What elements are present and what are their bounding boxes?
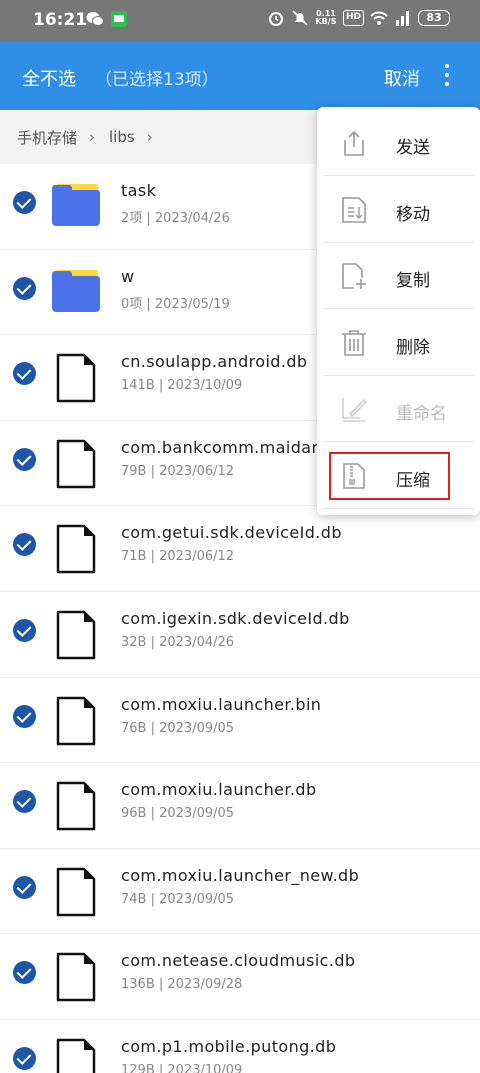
move-icon: [342, 196, 366, 223]
menu-item-label: 发送: [396, 138, 430, 158]
list-item[interactable]: com.getui.sdk.deviceId.db 71B | 2023/06/1…: [0, 506, 480, 592]
checked-checkbox-icon[interactable]: [13, 362, 36, 386]
wifi-icon: [370, 11, 388, 25]
file-meta: 79B | 2023/06/12: [121, 463, 235, 479]
file-icon: [56, 610, 96, 660]
checked-checkbox-icon[interactable]: [13, 790, 36, 814]
checked-checkbox-icon[interactable]: [13, 875, 36, 899]
menu-item-label: 移动: [396, 204, 430, 225]
hd-badge: HD: [342, 10, 364, 26]
wechat-icon: [86, 12, 104, 26]
more-options-icon[interactable]: [440, 64, 454, 90]
menu-item[interactable]: 删除: [323, 310, 474, 376]
status-bar: 16:21 0.11 KB/S HD 83: [0, 0, 480, 42]
file-icon: [56, 781, 96, 831]
folder-icon: [52, 184, 100, 226]
file-meta: 129B | 2023/10/09: [121, 1062, 243, 1073]
selection-toolbar: 全不选 （已选择13项） 取消: [0, 42, 480, 110]
battery-indicator: 83: [418, 10, 450, 26]
file-name: com.moxiu.launcher.db: [121, 780, 317, 800]
file-icon: [56, 439, 96, 489]
file-name: task: [121, 181, 157, 200]
file-icon: [56, 867, 96, 916]
net-speed-unit: KB/S: [315, 17, 337, 26]
list-item[interactable]: com.moxiu.launcher.bin 76B | 2023/09/05: [0, 678, 480, 764]
file-name: com.getui.sdk.deviceId.db: [121, 523, 342, 543]
file-meta: 0项 | 2023/05/19: [121, 296, 230, 312]
file-meta: 141B | 2023/10/09: [121, 378, 243, 394]
highlight-box: [329, 452, 450, 500]
file-name: com.bankcomm.maidan: [121, 437, 323, 457]
file-icon: [56, 1038, 96, 1073]
cancel-button[interactable]: 取消: [384, 65, 420, 91]
file-name: cn.soulapp.android.db: [121, 352, 308, 372]
share-icon: [344, 130, 364, 156]
net-speed: 0.11 KB/S: [315, 10, 337, 26]
menu-item-label: 删除: [396, 337, 430, 358]
list-item[interactable]: com.netease.cloudmusic.db 136B | 2023/09/…: [0, 934, 480, 1020]
menu-item-label: 重命名: [396, 404, 447, 424]
rename-icon: [342, 398, 368, 422]
breadcrumb-current[interactable]: libs: [109, 128, 135, 146]
menu-item[interactable]: 移动: [323, 177, 474, 243]
checked-checkbox-icon[interactable]: [13, 704, 36, 728]
mute-icon: [292, 10, 308, 26]
folder-icon: [52, 269, 100, 312]
checked-checkbox-icon[interactable]: [13, 1046, 36, 1070]
trash-icon: [342, 329, 366, 356]
checked-checkbox-icon[interactable]: [13, 533, 36, 557]
copy-icon: [342, 263, 366, 289]
context-menu: 发送 移动 复制 删除 重命名 压缩: [317, 107, 480, 515]
file-name: com.igexin.sdk.deviceId.db: [121, 608, 350, 628]
file-icon: [56, 353, 96, 403]
chevron-right-icon: ›: [146, 128, 153, 146]
file-name: com.p1.mobile.putong.db: [121, 1036, 337, 1056]
selected-count-label: （已选择13项）: [95, 70, 219, 90]
checked-checkbox-icon[interactable]: [13, 276, 36, 300]
file-icon: [56, 953, 96, 1002]
checked-checkbox-icon[interactable]: [13, 618, 36, 642]
list-item[interactable]: com.moxiu.launcher_new.db 74B | 2023/09/0…: [0, 849, 480, 935]
menu-item[interactable]: 发送: [323, 110, 474, 176]
deselect-all-button[interactable]: 全不选: [22, 65, 76, 91]
file-name: w: [121, 266, 135, 286]
checked-checkbox-icon[interactable]: [13, 447, 36, 471]
file-icon: [56, 696, 96, 745]
file-name: com.moxiu.launcher.bin: [121, 694, 322, 714]
list-item[interactable]: com.moxiu.launcher.db 96B | 2023/09/05: [0, 763, 480, 849]
message-icon: [111, 11, 127, 27]
file-meta: 74B | 2023/09/05: [121, 891, 235, 907]
signal-icon: [396, 11, 409, 26]
breadcrumb-root[interactable]: 手机存储: [17, 127, 77, 148]
file-name: com.netease.cloudmusic.db: [121, 951, 356, 971]
file-meta: 96B | 2023/09/05: [121, 806, 235, 822]
file-meta: 32B | 2023/04/26: [121, 634, 235, 650]
file-meta: 76B | 2023/09/05: [121, 720, 235, 736]
checked-checkbox-icon[interactable]: [13, 191, 36, 214]
file-meta: 71B | 2023/06/12: [121, 549, 235, 565]
file-name: com.moxiu.launcher_new.db: [121, 865, 360, 885]
list-item[interactable]: com.p1.mobile.putong.db 129B | 2023/10/09: [0, 1020, 480, 1073]
file-icon: [56, 525, 96, 574]
menu-item-label: 复制: [396, 271, 430, 291]
file-meta: 2项 | 2023/04/26: [121, 211, 230, 226]
alarm-icon: [268, 12, 283, 26]
menu-item[interactable]: 复制: [323, 243, 474, 309]
file-meta: 136B | 2023/09/28: [121, 977, 243, 993]
status-time: 16:21: [33, 10, 88, 30]
menu-item: 重命名: [323, 376, 474, 442]
chevron-right-icon: ›: [89, 128, 96, 146]
checked-checkbox-icon[interactable]: [13, 961, 36, 985]
list-item[interactable]: com.igexin.sdk.deviceId.db 32B | 2023/04/…: [0, 592, 480, 678]
